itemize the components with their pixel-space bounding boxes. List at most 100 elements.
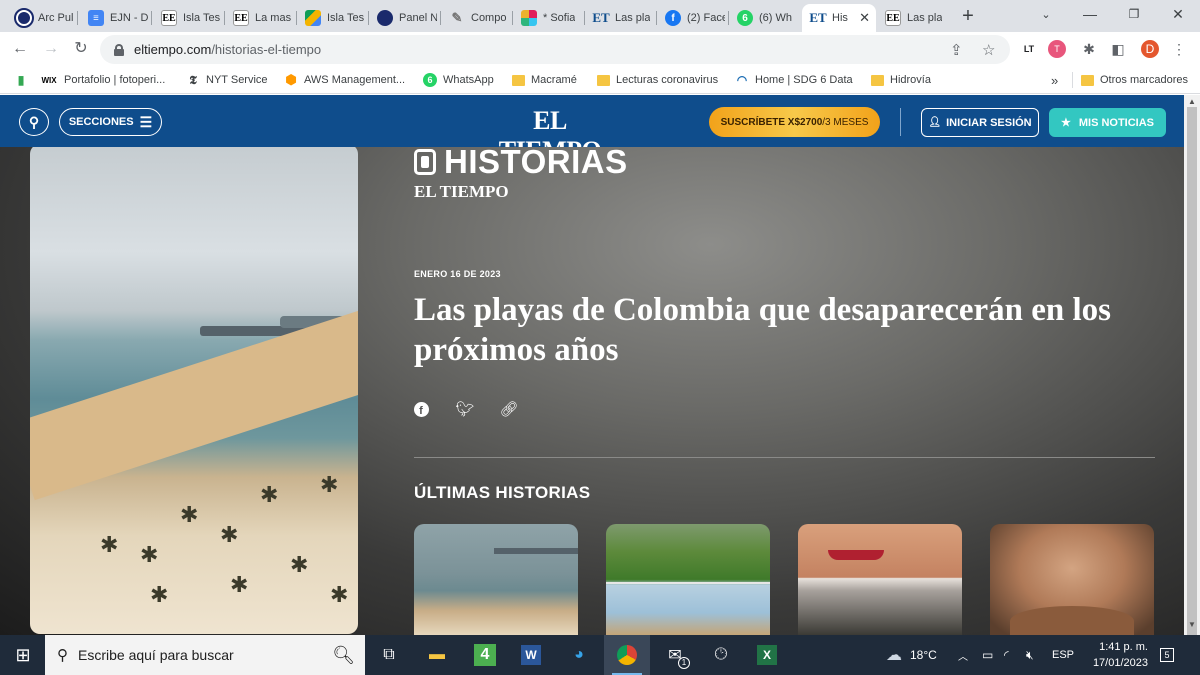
story-card-1[interactable] xyxy=(414,524,578,635)
page-scrollbar[interactable]: ▲ ▼ xyxy=(1184,95,1200,667)
copy-link-button[interactable]: 🔗︎ xyxy=(499,400,518,418)
taskbar-search-box[interactable]: ⚲ Escribe aquí para buscar 🔍︎ xyxy=(45,635,365,675)
close-tab-icon[interactable]: ✕ xyxy=(857,10,872,26)
tab-whatsapp[interactable]: 6 (6) Wh xyxy=(729,4,801,32)
story-card-3[interactable] xyxy=(798,524,962,635)
bookmark-aws[interactable]: ⬢ AWS Management... xyxy=(284,72,405,88)
back-button[interactable]: ← xyxy=(9,38,31,60)
address-bar[interactable]: eltiempo.com/historias-el-tiempo ⇪ ☆ xyxy=(100,35,1010,64)
tab-historias-active[interactable]: ET His ✕ xyxy=(802,4,876,32)
tab-compo[interactable]: ✎ Compo xyxy=(441,4,513,32)
windows-start-button[interactable]: ⊞ xyxy=(0,635,46,675)
tab-isla-tes-2[interactable]: Isla Tes xyxy=(297,4,369,32)
menu-kebab-icon[interactable]: ⋮ xyxy=(1170,40,1188,58)
share-icon[interactable]: ⇪ xyxy=(950,41,963,59)
edge-button[interactable]: ◕ xyxy=(556,635,602,675)
language-indicator[interactable]: ESP xyxy=(1052,635,1074,675)
bookmark-macrame[interactable]: Macramé xyxy=(512,72,577,88)
reload-button[interactable]: ↻ xyxy=(70,38,92,60)
volume-muted-icon[interactable]: 🔇︎ xyxy=(1026,635,1034,675)
search-icon: ⚲ xyxy=(28,113,40,130)
bookmark-otros-marcadores[interactable]: Otros marcadores xyxy=(1081,72,1188,88)
excel-button[interactable]: X xyxy=(744,635,790,675)
tab-search-icon[interactable]: ⌄ xyxy=(1024,0,1068,28)
task-view-button[interactable]: ⧉ xyxy=(366,635,412,675)
tab-ejn[interactable]: ≡ EJN - D xyxy=(80,4,152,32)
tab-sofia[interactable]: * Sofia xyxy=(513,4,585,32)
tray-chevron-up-icon[interactable]: ︿ xyxy=(958,635,968,675)
clock-app-button[interactable]: 🕑︎ xyxy=(698,635,744,675)
wifi-icon[interactable]: ◜ xyxy=(1004,635,1009,675)
subscribe-button[interactable]: SUSCRÍBETE X $2700/3 MESES xyxy=(709,107,880,137)
notification-icon: 5 xyxy=(1160,648,1174,662)
tab-isla-tes-1[interactable]: EE Isla Tes xyxy=(153,4,225,32)
palm-tree-icon: ✱ xyxy=(320,472,339,497)
url-text[interactable]: eltiempo.com/historias-el-tiempo xyxy=(134,42,321,57)
bookmark-apps[interactable]: ▮ xyxy=(14,72,34,88)
historias-logo-icon xyxy=(414,149,436,175)
scrollbar-thumb[interactable] xyxy=(1187,107,1197,667)
login-button[interactable]: 👤︎ INICIAR SESIÓN xyxy=(921,108,1039,137)
green-4-icon: 4 xyxy=(474,644,496,666)
windows-taskbar: ⊞ ⚲ Escribe aquí para buscar 🔍︎ ⧉ ▬ 4 W … xyxy=(0,635,1200,675)
restore-button[interactable]: ❐ xyxy=(1112,0,1156,28)
bookmark-lecturas[interactable]: Lecturas coronavirus xyxy=(597,72,718,88)
tab-la-mas[interactable]: EE La mas xyxy=(225,4,297,32)
scroll-down-icon[interactable]: ▼ xyxy=(1188,620,1196,629)
chevron-double-right-icon: » xyxy=(1051,72,1059,88)
tab-panel[interactable]: Panel N xyxy=(369,4,441,32)
scroll-up-icon[interactable]: ▲ xyxy=(1188,97,1196,106)
my-news-button[interactable]: ★ MIS NOTICIAS xyxy=(1049,108,1166,137)
folder-icon xyxy=(512,74,525,86)
file-explorer-button[interactable]: ▬ xyxy=(414,635,460,675)
story-card-4[interactable] xyxy=(990,524,1154,635)
close-window-button[interactable]: ✕ xyxy=(1156,0,1200,28)
tab-las-pla-2[interactable]: EE Las pla xyxy=(877,4,949,32)
site-search-button[interactable]: ⚲ xyxy=(19,108,49,136)
hamburger-menu-icon: ☰ xyxy=(139,113,153,130)
weather-widget[interactable]: ☁ 18°C xyxy=(886,635,937,675)
new-tab-button[interactable]: + xyxy=(957,6,979,28)
drive-icon xyxy=(305,10,321,26)
extensions-puzzle-icon[interactable]: ✱ xyxy=(1080,40,1098,58)
battery-icon[interactable]: ▭ xyxy=(982,635,993,675)
bookmarks-more-chevron[interactable]: » xyxy=(1051,72,1058,88)
story-headline[interactable]: Las playas de Colombia que desaparecerán… xyxy=(414,290,1174,370)
mail-button[interactable]: ✉ 1 xyxy=(652,635,698,675)
bookmark-portafolio[interactable]: WIX Portafolio | fotoperi... xyxy=(40,72,165,88)
language-label: ESP xyxy=(1052,649,1075,661)
forward-button[interactable]: → xyxy=(40,38,62,60)
tab-arc-pul[interactable]: Arc Pul xyxy=(8,4,78,32)
bookmark-star-icon[interactable]: ☆ xyxy=(982,41,995,59)
bookmark-sdg6[interactable]: ◠ Home | SDG 6 Data xyxy=(735,72,853,88)
un-icon: ◠ xyxy=(736,73,748,87)
notifications-button[interactable]: 5 xyxy=(1160,635,1174,675)
ee-icon: EE xyxy=(161,10,177,26)
story-card-2[interactable] xyxy=(606,524,770,635)
clock-tray[interactable]: 1:41 p. m. 17/01/2023 xyxy=(1084,635,1148,675)
bookmark-whatsapp[interactable]: 6 WhatsApp xyxy=(423,72,494,88)
bookmark-hidrovia[interactable]: Hidrovía xyxy=(871,72,931,88)
share-facebook-button[interactable]: f xyxy=(412,400,430,418)
side-panel-icon[interactable]: ◧ xyxy=(1109,40,1127,58)
share-twitter-button[interactable]: 🐦︎ xyxy=(455,400,474,418)
bookmark-nyt[interactable]: 𝕿 NYT Service xyxy=(186,72,267,88)
profile-avatar[interactable]: D xyxy=(1141,40,1159,58)
sections-button[interactable]: SECCIONES ☰ xyxy=(59,108,162,136)
tab-title: Arc Pul xyxy=(38,12,74,24)
bookmarks-bar: ▮ WIX Portafolio | fotoperi... 𝕿 NYT Ser… xyxy=(0,66,1200,94)
lt-extension-icon[interactable]: LT xyxy=(1020,40,1038,58)
lock-icon[interactable] xyxy=(114,43,124,56)
tray-date: 17/01/2023 xyxy=(1092,657,1148,669)
brand-historias: HISTORIAS xyxy=(444,143,628,180)
word-button[interactable]: W xyxy=(508,635,554,675)
tab-las-pla-1[interactable]: ET Las pla xyxy=(585,4,657,32)
beach-hero-image[interactable]: ✱ ✱ ✱ ✱ ✱ ✱ ✱ ✱ ✱ ✱ xyxy=(30,147,358,634)
tab-facebook[interactable]: f (2) Face xyxy=(657,4,729,32)
palm-tree-icon: ✱ xyxy=(220,522,239,547)
chrome-button[interactable] xyxy=(604,635,650,675)
bookmark-label: Hidrovía xyxy=(890,74,931,86)
app-4-button[interactable]: 4 xyxy=(462,635,508,675)
t-extension-icon[interactable]: T xyxy=(1048,40,1066,58)
minimize-button[interactable]: — xyxy=(1068,0,1112,28)
